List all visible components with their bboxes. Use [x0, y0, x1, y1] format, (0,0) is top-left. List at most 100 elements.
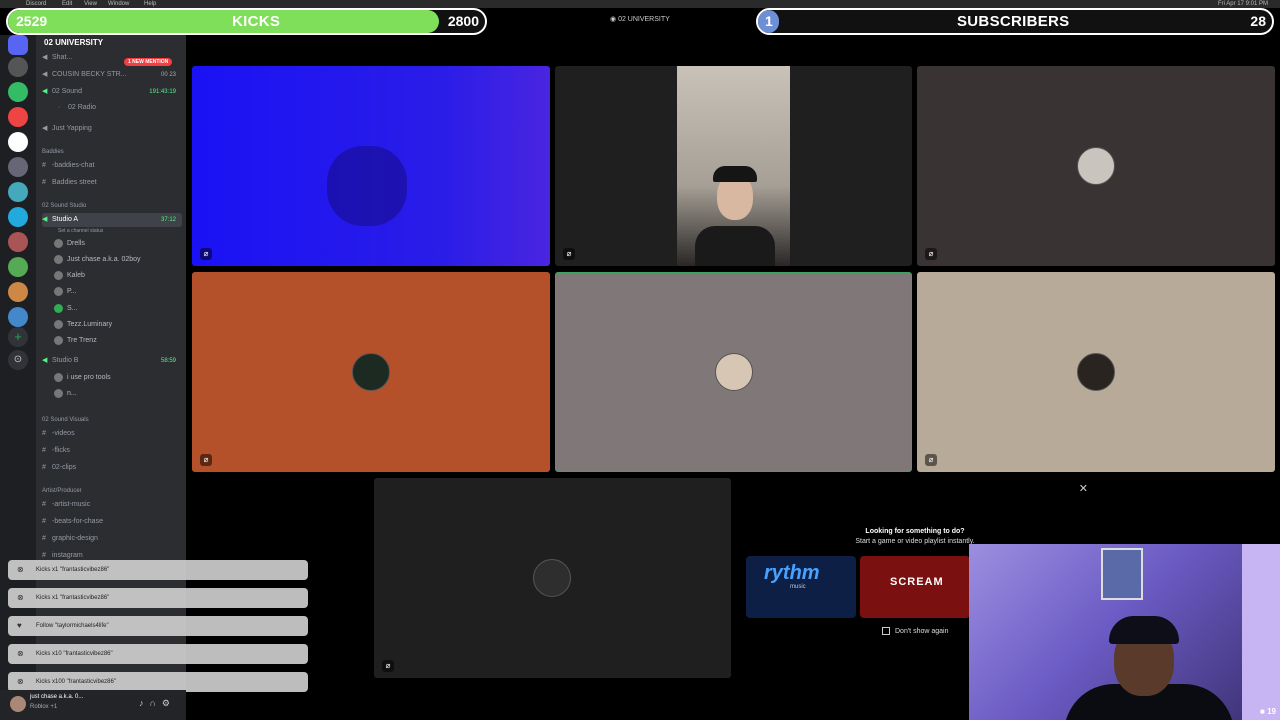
voice-channel[interactable]: ◀ Shat...	[42, 51, 182, 65]
tile-avatar-2[interactable]: ⌀	[192, 272, 550, 472]
radio-icon: ·	[58, 104, 61, 111]
menubar-view[interactable]: View	[84, 0, 97, 8]
wall-frame	[1101, 548, 1143, 600]
kicks-current: 2529	[16, 13, 48, 29]
text-channel[interactable]: # -artist-music	[42, 498, 182, 512]
subs-current: 1	[765, 13, 773, 29]
server-icon[interactable]	[8, 57, 28, 77]
video-person-cap	[713, 166, 757, 182]
text-channel[interactable]: # graphic-design	[42, 532, 182, 546]
avatar	[54, 303, 63, 313]
server-icon[interactable]	[8, 257, 28, 277]
heart-icon: ♥	[17, 621, 22, 630]
kick-icon: ⊗	[17, 677, 24, 686]
user-name[interactable]: just chase a.k.a. 0...	[30, 694, 83, 700]
server-name-top: ◉ 02 UNIVERSITY	[610, 16, 670, 23]
alert-toast: ⊗ Kicks x1 "frantasticvibez86"	[8, 560, 308, 580]
avatar[interactable]	[10, 696, 26, 712]
voice-channel[interactable]: ◀ Just Yapping	[42, 122, 182, 136]
text-channel[interactable]: # -videos	[42, 427, 182, 441]
speaker-icon: ◀	[42, 357, 48, 364]
add-server-icon[interactable]: +	[8, 327, 28, 347]
avatar	[54, 319, 63, 329]
voice-channel-studio-b[interactable]: ◀ Studio B 58:59	[42, 354, 182, 368]
hash-icon: #	[42, 464, 46, 471]
discord-home-icon[interactable]	[8, 35, 28, 55]
text-channel[interactable]: # -flicks	[42, 444, 182, 458]
mic-icon[interactable]: ♪	[139, 698, 150, 708]
avatar	[54, 286, 63, 296]
text-channel[interactable]: # Baddies street	[42, 176, 182, 190]
checkbox-icon[interactable]	[882, 627, 890, 635]
close-icon[interactable]: ✕	[1079, 482, 1088, 495]
kicks-goal: 2800	[447, 13, 479, 29]
voice-user[interactable]: i use pro tools	[54, 371, 182, 385]
alert-toast: ⊗ Kicks x10 "frantasticvibez86"	[8, 644, 308, 664]
voice-user[interactable]: P...	[54, 285, 182, 299]
server-icon[interactable]	[8, 82, 28, 102]
activity-title: Looking for something to do?	[865, 528, 965, 535]
hash-icon: #	[42, 430, 46, 437]
tile-avatar-4[interactable]: ⌀	[917, 272, 1275, 472]
muted-mic-icon: ⌀	[382, 660, 394, 672]
text-channel[interactable]: #02-clips	[42, 461, 182, 475]
user-status: Roblox +1	[30, 704, 58, 710]
category-studio[interactable]: 02 Sound Studio	[42, 199, 182, 213]
server-icon[interactable]	[8, 132, 28, 152]
voice-user[interactable]: n...	[54, 387, 182, 401]
hash-icon: #	[42, 518, 46, 525]
text-channel[interactable]: # -beats-for-chase	[42, 515, 182, 529]
avatar	[54, 335, 63, 345]
server-icon[interactable]	[8, 182, 28, 202]
mac-menubar: Discord Edit View Window Help Fri Apr 17…	[0, 0, 1280, 8]
server-icon[interactable]	[8, 157, 28, 177]
server-icon[interactable]	[8, 232, 28, 252]
category-baddies[interactable]: Baddies	[42, 145, 182, 159]
user-panel: just chase a.k.a. 0... Roblox +1 ♪∩⚙	[0, 690, 186, 720]
hash-icon: #	[42, 501, 46, 508]
kicks-label: KICKS	[232, 13, 281, 30]
tile-blue-camera[interactable]: ⌀	[192, 66, 550, 266]
dont-show-checkbox[interactable]: Don't show again	[882, 627, 948, 635]
voice-channel[interactable]: ◀ COUSIN BECKY STR... 00 23	[42, 68, 182, 82]
gear-icon[interactable]: ⚙	[162, 698, 176, 708]
voice-channel-sub[interactable]: · 02 Radio	[58, 101, 182, 115]
voice-user[interactable]: Tre Trenz	[54, 334, 182, 348]
server-icon[interactable]	[8, 207, 28, 227]
voice-user[interactable]: Tezz.Luminary	[54, 318, 182, 332]
text-channel[interactable]: # -baddies-chat	[42, 159, 182, 173]
voice-channel[interactable]: ◀ 02 Sound 191:43:19	[42, 85, 182, 99]
avatar	[54, 388, 63, 398]
channel-status[interactable]: Set a channel status	[58, 224, 186, 238]
muted-mic-icon: ⌀	[563, 248, 575, 260]
tile-avatar-3[interactable]	[555, 272, 912, 472]
voice-user[interactable]: Just chase a.k.a. 02boy	[54, 253, 182, 267]
menubar-edit[interactable]: Edit	[62, 0, 72, 8]
menubar-window[interactable]: Window	[108, 0, 129, 8]
menubar-clock: Fri Apr 17 9:01 PM	[1217, 1, 1268, 7]
activity-card-rythm[interactable]: rythm music	[746, 556, 856, 618]
tile-avatar-1[interactable]: ⌀	[917, 66, 1275, 266]
alert-toast: ♥ Follow "taylormichaels4life"	[8, 616, 308, 636]
user-controls: ♪∩⚙	[139, 698, 176, 709]
kick-icon: ⊗	[17, 593, 24, 602]
voice-user[interactable]: Drells	[54, 237, 182, 251]
speaker-icon: ◀	[42, 216, 48, 223]
tile-camera-person[interactable]: ⌀	[555, 66, 912, 266]
server-icon[interactable]	[8, 282, 28, 302]
category-artist[interactable]: Artist/Producer	[42, 484, 182, 498]
menubar-app[interactable]: Discord	[26, 0, 46, 8]
server-icon[interactable]	[8, 107, 28, 127]
discover-icon[interactable]: ⊙	[8, 350, 28, 370]
activity-card-scream[interactable]: SCREAM	[860, 556, 970, 618]
voice-user[interactable]: S...	[54, 302, 182, 316]
server-title[interactable]: 02 UNIVERSITY	[44, 38, 103, 47]
scream-logo: SCREAM	[890, 576, 944, 588]
menubar-help[interactable]: Help	[144, 0, 156, 8]
category-visuals[interactable]: 02 Sound Visuals	[42, 413, 182, 427]
kick-icon: ⊗	[17, 649, 24, 658]
tile-avatar-5[interactable]: ⌀	[374, 478, 731, 678]
voice-user[interactable]: Kaleb	[54, 269, 182, 283]
server-icon[interactable]	[8, 307, 28, 327]
headphones-icon[interactable]: ∩	[149, 698, 161, 708]
